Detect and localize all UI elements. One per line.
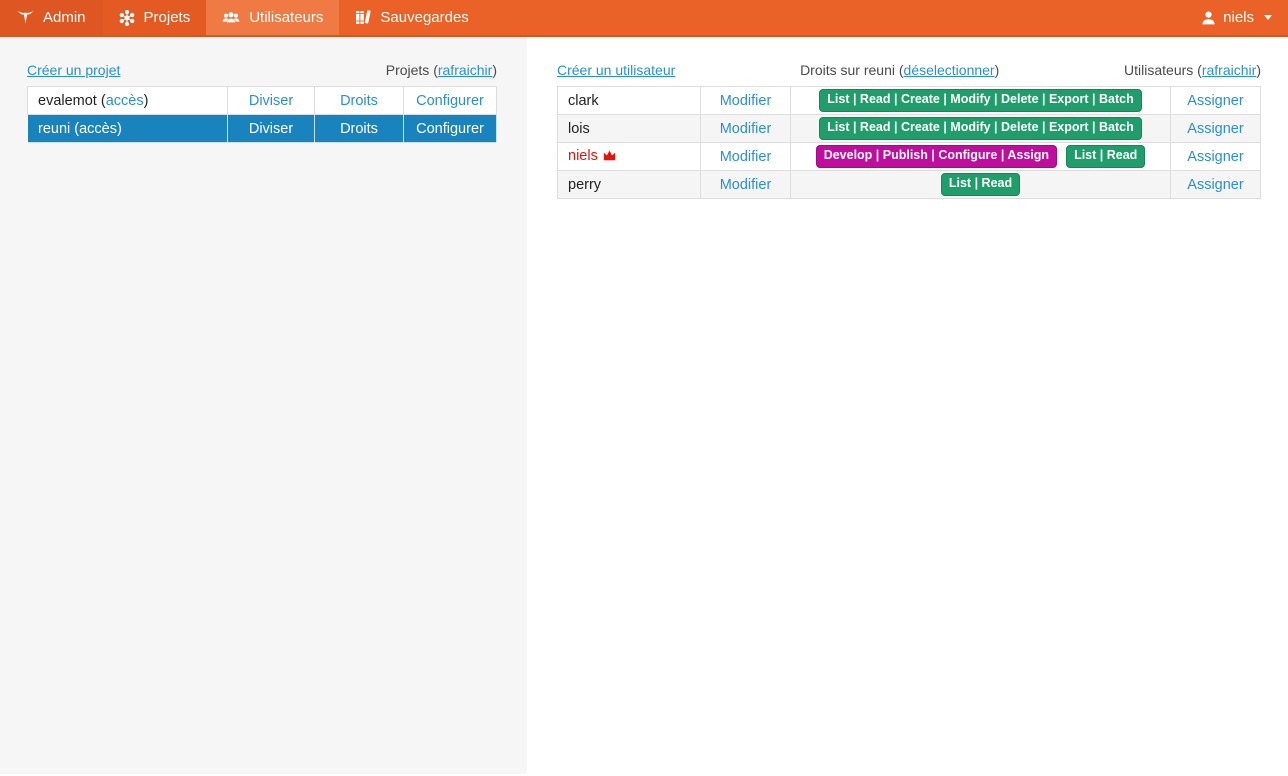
project-access-link[interactable]: accès [106,93,144,109]
create-user-link[interactable]: Créer un utilisateur [557,62,675,78]
projects-header-text: Projets ( [385,62,438,78]
rights-header-text: Droits sur reuni ( [800,62,904,78]
user-row-niels: niels Modifier Develop | Publish | Confi… [557,142,1261,171]
user-name-text: lois [568,120,590,137]
project-rights-button[interactable]: Droits [314,86,404,115]
user-assign-label: Assigner [1187,176,1244,193]
user-row-clark: clark Modifier List | Read | Create | Mo… [557,86,1261,115]
user-assign-button[interactable]: Assigner [1170,86,1261,115]
nav-item-projets[interactable]: Projets [102,0,207,35]
person-icon [1202,11,1215,25]
user-assign-label: Assigner [1187,92,1244,109]
project-rights-button[interactable]: Droits [314,114,404,143]
user-row-lois: lois Modifier List | Read | Create | Mod… [557,114,1261,143]
rights-badge: List | Read [1066,145,1146,168]
crown-icon [603,149,616,165]
project-name-text: evalemot ( [38,92,106,109]
user-assign-label: Assigner [1187,148,1244,165]
user-modify-label: Modifier [719,120,772,137]
bird-icon [17,10,34,25]
user-name-text: niels [568,148,598,164]
nav-item-label: Sauvegardes [380,9,469,26]
books-icon [355,10,372,25]
main-content: Créer un projet Projets (rafraichir) eva… [0,37,1288,774]
rights-badge: List | Read | Create | Modify | Delete |… [819,89,1142,112]
user-menu[interactable]: niels [1186,0,1288,35]
project-configure-button[interactable]: Configurer [403,86,497,115]
project-name-suffix: ) [117,120,122,137]
project-name: reuni (accès) [27,114,228,143]
project-row-reuni-selected: reuni (accès) Diviser Droits Configurer [27,114,497,143]
users-icon [222,11,240,25]
rights-header-suffix: ) [994,62,1000,78]
project-name: evalemot (accès) [27,86,228,115]
user-name-text: clark [568,92,599,109]
user-menu-name: niels [1223,9,1254,26]
users-panel-header: Créer un utilisateur Droits sur reuni (d… [557,62,1261,78]
user-name: niels [557,142,701,171]
users-panel: Créer un utilisateur Droits sur reuni (d… [527,37,1288,774]
project-access-link[interactable]: accès [79,121,117,137]
user-assign-label: Assigner [1187,120,1244,137]
projects-refresh-link[interactable]: rafraichir [438,62,492,78]
rights-badge: List | Read [940,173,1021,196]
user-name: lois [557,114,701,143]
rights-header-group: Droits sur reuni (déselectionner) [800,62,999,78]
create-project-link[interactable]: Créer un projet [27,62,120,78]
network-nodes-icon [119,9,135,26]
user-modify-label: Modifier [719,148,772,165]
user-rights-cell: Develop | Publish | Configure | Assign L… [790,142,1171,171]
user-assign-button[interactable]: Assigner [1170,170,1261,199]
user-modify-label: Modifier [719,92,772,109]
user-row-perry: perry Modifier List | Read Assigner [557,170,1261,199]
project-configure-label: Configurer [416,92,484,109]
projects-panel: Créer un projet Projets (rafraichir) eva… [0,37,527,774]
user-name: clark [557,86,701,115]
rights-badge: List | Read | Create | Modify | Delete |… [819,117,1142,140]
projects-header-suffix: ) [492,62,497,78]
navbar-spacer [485,0,1186,35]
user-name: perry [557,170,701,199]
user-modify-button[interactable]: Modifier [700,114,791,143]
projects-table: evalemot (accès) Diviser Droits Configur… [27,86,497,143]
project-configure-button[interactable]: Configurer [403,114,497,143]
user-modify-button[interactable]: Modifier [700,170,791,199]
project-rights-label: Droits [340,92,378,109]
users-header-suffix: ) [1256,62,1261,78]
project-divide-button[interactable]: Diviser [227,114,315,143]
user-assign-button[interactable]: Assigner [1170,142,1261,171]
user-rights-cell: List | Read | Create | Modify | Delete |… [790,114,1171,143]
users-header-text: Utilisateurs ( [1124,62,1202,78]
user-rights-cell: List | Read [790,170,1171,199]
top-navbar: Admin Projets Utilisateurs Sauvegardes n… [0,0,1288,37]
project-divide-label: Diviser [248,92,294,109]
nav-item-label: Utilisateurs [249,9,324,26]
nav-brand-label: Admin [43,9,86,26]
users-table: clark Modifier List | Read | Create | Mo… [557,86,1261,199]
nav-item-utilisateurs[interactable]: Utilisateurs [206,0,340,35]
user-assign-button[interactable]: Assigner [1170,114,1261,143]
user-name-text: perry [568,176,602,193]
projects-panel-header: Créer un projet Projets (rafraichir) [27,62,497,78]
user-modify-label: Modifier [719,176,772,193]
users-refresh-link[interactable]: rafraichir [1202,62,1256,78]
project-divide-label: Diviser [248,120,294,137]
project-rights-label: Droits [340,120,378,137]
nav-item-sauvegardes[interactable]: Sauvegardes [339,0,484,35]
nav-brand-admin[interactable]: Admin [0,0,103,35]
project-configure-label: Configurer [416,120,484,137]
deselect-link[interactable]: déselectionner [904,62,995,78]
rights-badge: Develop | Publish | Configure | Assign [815,145,1058,168]
user-modify-button[interactable]: Modifier [700,142,791,171]
project-name-text: reuni ( [38,120,80,137]
user-modify-button[interactable]: Modifier [700,86,791,115]
projects-refresh-group: Projets (rafraichir) [386,62,497,78]
chevron-down-icon [1264,15,1272,20]
nav-item-label: Projets [143,9,191,26]
project-name-suffix: ) [143,92,149,109]
users-refresh-group: Utilisateurs (rafraichir) [1124,62,1261,78]
project-row-evalemot: evalemot (accès) Diviser Droits Configur… [27,86,497,115]
user-rights-cell: List | Read | Create | Modify | Delete |… [790,86,1171,115]
project-divide-button[interactable]: Diviser [227,86,315,115]
